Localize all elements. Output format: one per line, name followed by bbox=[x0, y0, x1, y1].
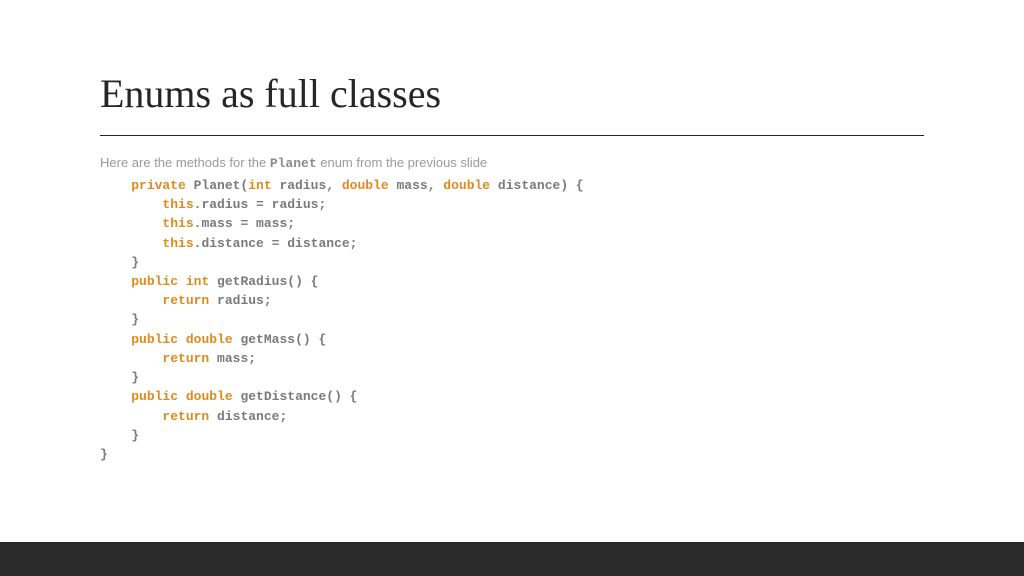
code-text: mass; bbox=[209, 351, 256, 366]
code-text bbox=[100, 409, 162, 424]
footer-bar bbox=[0, 542, 1024, 576]
code-text: getMass() { bbox=[233, 332, 327, 347]
kw-int: int bbox=[248, 178, 271, 193]
code-text bbox=[100, 332, 131, 347]
code-text: getRadius() { bbox=[209, 274, 318, 289]
kw-this: this bbox=[162, 236, 193, 251]
kw-private: private bbox=[131, 178, 186, 193]
slide-body: Here are the methods for the Planet enum… bbox=[0, 154, 1024, 464]
intro-suffix: enum from the previous slide bbox=[317, 155, 488, 170]
code-text: distance) { bbox=[490, 178, 584, 193]
code-text bbox=[100, 293, 162, 308]
code-text bbox=[100, 216, 162, 231]
code-text bbox=[100, 197, 162, 212]
code-text bbox=[178, 389, 186, 404]
kw-double: double bbox=[443, 178, 490, 193]
code-text: } bbox=[100, 255, 139, 270]
code-text bbox=[178, 274, 186, 289]
code-text bbox=[100, 351, 162, 366]
code-text: .distance = distance; bbox=[194, 236, 358, 251]
intro-text: Here are the methods for the Planet enum… bbox=[100, 154, 924, 174]
kw-return: return bbox=[162, 409, 209, 424]
kw-double: double bbox=[186, 389, 233, 404]
code-text: .radius = radius; bbox=[194, 197, 327, 212]
code-block: private Planet(int radius, double mass, … bbox=[100, 176, 924, 465]
kw-this: this bbox=[162, 197, 193, 212]
slide: Enums as full classes Here are the metho… bbox=[0, 0, 1024, 576]
code-text bbox=[100, 236, 162, 251]
code-text bbox=[178, 332, 186, 347]
kw-double: double bbox=[342, 178, 389, 193]
kw-return: return bbox=[162, 293, 209, 308]
kw-public: public bbox=[131, 332, 178, 347]
code-text: mass, bbox=[389, 178, 444, 193]
kw-double: double bbox=[186, 332, 233, 347]
intro-prefix: Here are the methods for the bbox=[100, 155, 270, 170]
code-text: distance; bbox=[209, 409, 287, 424]
kw-return: return bbox=[162, 351, 209, 366]
kw-public: public bbox=[131, 389, 178, 404]
code-text: } bbox=[100, 447, 108, 462]
title-divider bbox=[100, 135, 924, 136]
code-text bbox=[100, 389, 131, 404]
code-text: } bbox=[100, 428, 139, 443]
code-text bbox=[100, 274, 131, 289]
code-text: } bbox=[100, 312, 139, 327]
code-text: radius; bbox=[209, 293, 271, 308]
slide-title: Enums as full classes bbox=[0, 0, 1024, 135]
code-text: getDistance() { bbox=[233, 389, 358, 404]
kw-int: int bbox=[186, 274, 209, 289]
kw-public: public bbox=[131, 274, 178, 289]
kw-this: this bbox=[162, 216, 193, 231]
code-text: .mass = mass; bbox=[194, 216, 295, 231]
code-text: } bbox=[100, 370, 139, 385]
code-text: radius, bbox=[272, 178, 342, 193]
intro-strong: Planet bbox=[270, 156, 317, 171]
code-text: Planet( bbox=[186, 178, 248, 193]
code-text bbox=[100, 178, 131, 193]
